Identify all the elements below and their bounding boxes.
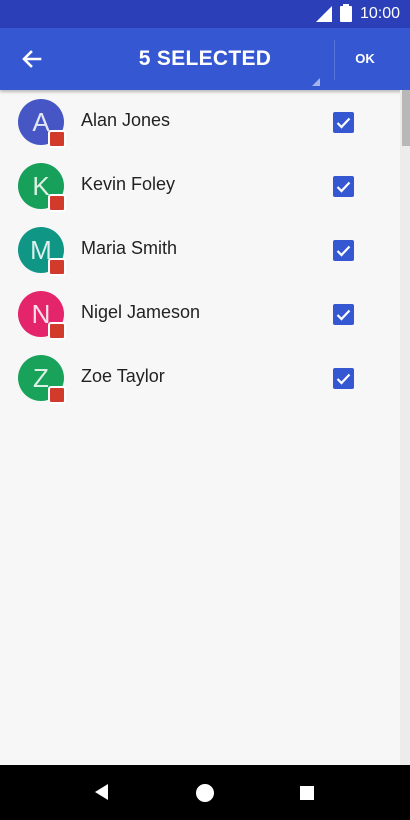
contact-name: Kevin Foley xyxy=(81,174,176,194)
signal-icon xyxy=(316,6,332,22)
nav-back-icon[interactable] xyxy=(94,784,110,800)
status-time: 10:00 xyxy=(359,5,400,22)
checkmark-icon xyxy=(336,245,351,257)
account-badge-icon xyxy=(48,322,66,340)
account-badge-icon xyxy=(48,194,66,212)
contact-checkbox[interactable] xyxy=(333,176,354,197)
contact-name: Zoe Taylor xyxy=(81,366,165,386)
account-badge-icon xyxy=(48,258,66,276)
status-bar: 10:00 xyxy=(0,0,410,28)
contact-name: Nigel Jameson xyxy=(81,302,201,322)
account-badge-icon xyxy=(48,130,66,148)
contact-row[interactable]: N Nigel Jameson xyxy=(0,282,400,346)
contact-row[interactable]: K Kevin Foley xyxy=(0,154,400,218)
battery-icon xyxy=(340,4,352,22)
scrollbar-track[interactable] xyxy=(400,90,410,765)
nav-home-icon[interactable] xyxy=(195,783,215,803)
nav-recents-icon[interactable] xyxy=(300,786,314,800)
contact-checkbox[interactable] xyxy=(333,112,354,133)
contact-row[interactable]: M Maria Smith xyxy=(0,218,400,282)
contact-name: Maria Smith xyxy=(81,238,178,258)
contact-list: A Alan Jones K Kevin Foley M Maria Smith N Nige… xyxy=(0,90,400,410)
checkmark-icon xyxy=(336,373,351,385)
account-badge-icon xyxy=(48,386,66,404)
contact-row[interactable]: Z Zoe Taylor xyxy=(0,346,400,410)
app-bar: 5 SELECTED OK xyxy=(0,28,410,90)
scrollbar-thumb[interactable] xyxy=(402,90,410,146)
dropdown-corner-icon xyxy=(312,78,320,86)
ok-button[interactable]: OK xyxy=(343,45,387,73)
contact-checkbox[interactable] xyxy=(333,304,354,325)
contact-checkbox[interactable] xyxy=(333,240,354,261)
checkmark-icon xyxy=(336,309,351,321)
checkmark-icon xyxy=(336,181,351,193)
checkmark-icon xyxy=(336,117,351,129)
navigation-bar xyxy=(0,765,410,820)
toolbar-divider xyxy=(334,40,335,80)
contact-name: Alan Jones xyxy=(81,110,171,130)
contact-row[interactable]: A Alan Jones xyxy=(0,90,400,154)
contact-checkbox[interactable] xyxy=(333,368,354,389)
